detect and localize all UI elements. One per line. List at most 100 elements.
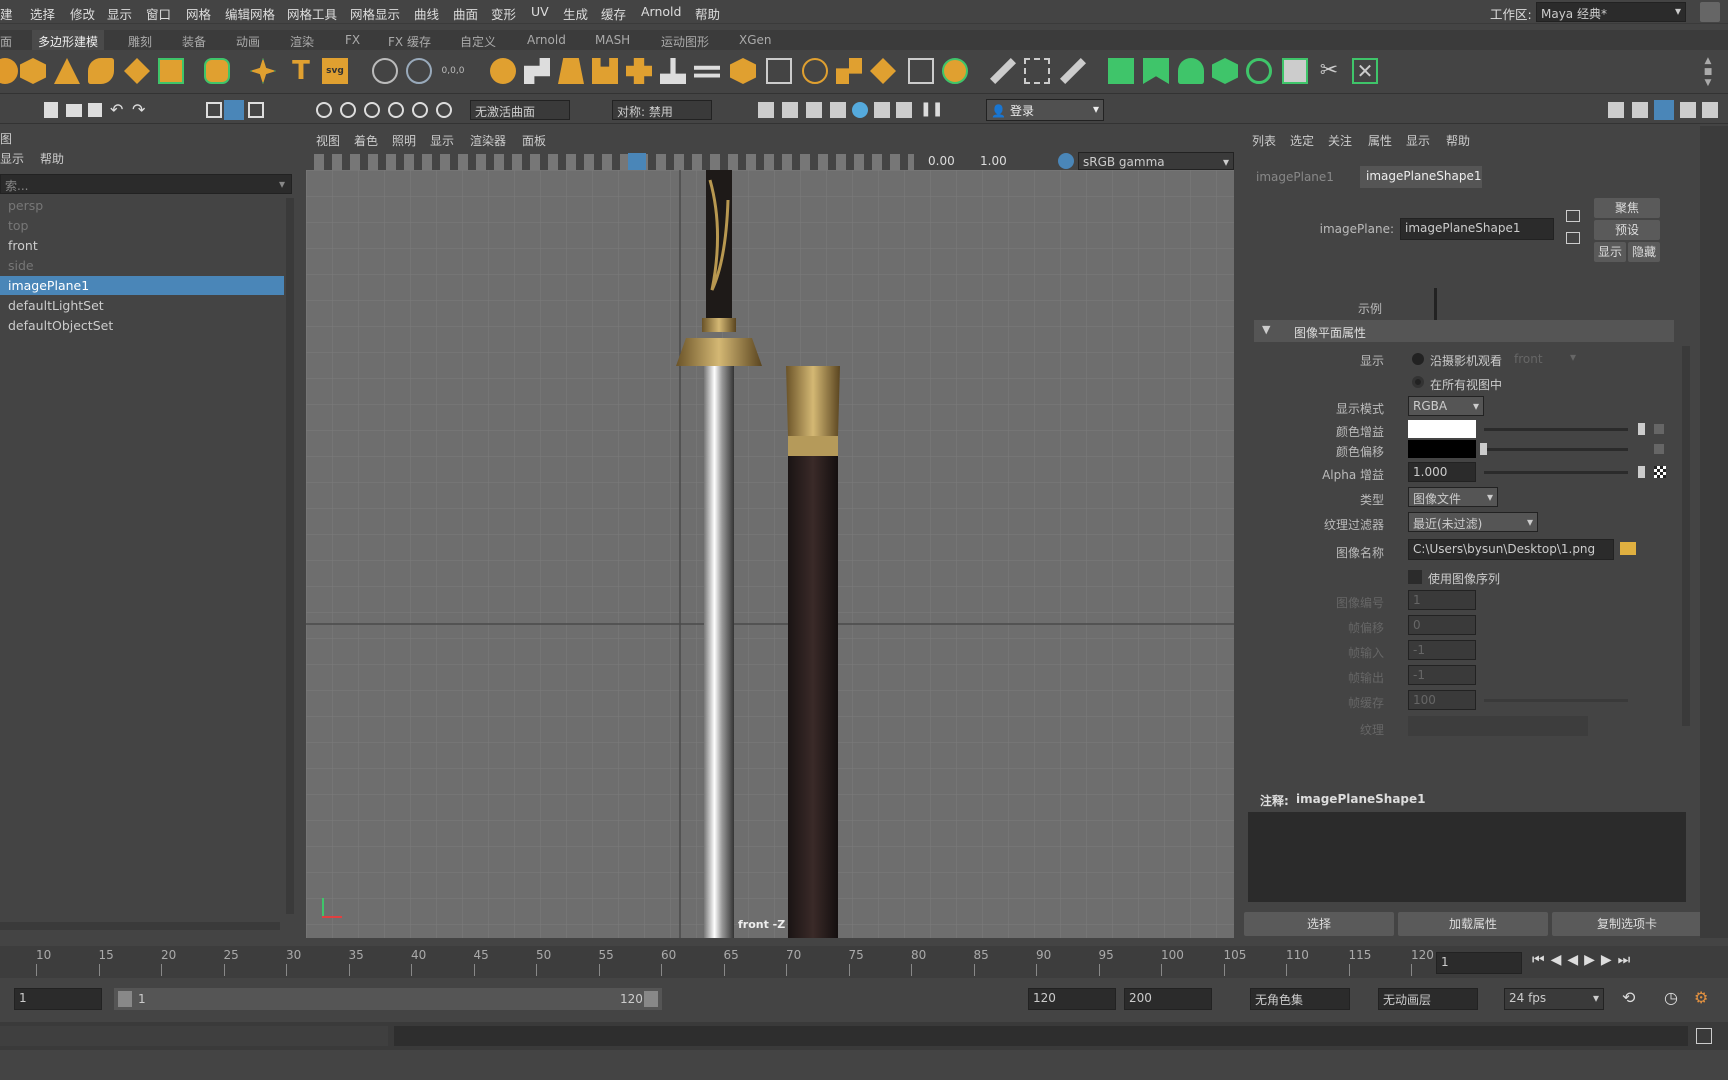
menu-help[interactable]: 帮助 bbox=[695, 4, 720, 23]
tab-shelf-0[interactable]: 面 bbox=[0, 33, 12, 50]
layout-icon[interactable] bbox=[1282, 58, 1308, 84]
frame-cache-slider[interactable] bbox=[1484, 699, 1628, 702]
range-end-handle[interactable] bbox=[644, 991, 658, 1007]
outliner-item-defaultlightset[interactable]: defaultLightSet bbox=[0, 296, 284, 315]
lock-icon[interactable] bbox=[1700, 2, 1720, 22]
extract-icon[interactable] bbox=[558, 58, 584, 84]
anim-layer-select[interactable]: 无动画层 bbox=[1378, 988, 1478, 1010]
viewport-menu-panels[interactable]: 面板 bbox=[522, 132, 546, 149]
snap-curve-icon[interactable] bbox=[340, 102, 356, 118]
snap-surface-icon[interactable] bbox=[412, 102, 428, 118]
soccer-icon[interactable] bbox=[158, 58, 184, 84]
ae-menu-list[interactable]: 列表 bbox=[1252, 132, 1276, 149]
playback-controls[interactable]: ⏮◀◀▶▶⏭ bbox=[1532, 952, 1636, 968]
fps-select[interactable]: 24 fps ▾ bbox=[1504, 988, 1604, 1010]
viewport-front[interactable]: front -Z bbox=[306, 170, 1234, 938]
mel-input[interactable] bbox=[0, 1026, 388, 1046]
menu-curves[interactable]: 曲线 bbox=[414, 4, 439, 23]
layer-editor-icon[interactable] bbox=[1702, 102, 1718, 118]
uv-editor-icon[interactable] bbox=[1108, 58, 1134, 84]
hide-button[interactable]: 隐藏 bbox=[1628, 242, 1660, 262]
outliner-menu-display[interactable]: 显示 bbox=[0, 150, 24, 167]
fill-hole-icon[interactable] bbox=[730, 58, 756, 84]
tab-xgen[interactable]: XGen bbox=[739, 33, 772, 47]
sculpt-icon[interactable] bbox=[372, 58, 398, 84]
tab-animation[interactable]: 动画 bbox=[236, 33, 260, 50]
render-setup-icon[interactable] bbox=[874, 102, 890, 118]
alpha-gain-slider[interactable] bbox=[1484, 471, 1628, 474]
extrude-icon[interactable] bbox=[836, 58, 862, 84]
separate-icon[interactable] bbox=[524, 58, 550, 84]
snap-grid-icon[interactable] bbox=[316, 102, 332, 118]
target-weld-icon[interactable] bbox=[942, 58, 968, 84]
cube-icon[interactable] bbox=[20, 58, 46, 84]
mirror-icon[interactable] bbox=[660, 58, 686, 84]
texture-field[interactable] bbox=[1408, 716, 1588, 736]
append-polygon-icon[interactable] bbox=[766, 58, 792, 84]
menu-mesh-display[interactable]: 网格显示 bbox=[350, 4, 400, 23]
sphere-icon[interactable] bbox=[0, 58, 18, 84]
snap-point-icon[interactable] bbox=[364, 102, 380, 118]
super-shape-icon[interactable] bbox=[250, 58, 276, 84]
tab-sculpt[interactable]: 雕刻 bbox=[128, 33, 152, 50]
type-icon[interactable]: T bbox=[288, 58, 314, 84]
cut-sew-icon[interactable]: ✂ bbox=[1316, 58, 1342, 84]
select-button[interactable]: 选择 bbox=[1244, 912, 1394, 936]
outliner-search-input[interactable]: 索... ▾ bbox=[0, 174, 292, 194]
select-object-icon[interactable] bbox=[224, 100, 244, 120]
script-editor-icon[interactable] bbox=[1696, 1028, 1712, 1044]
ipr-render-icon[interactable] bbox=[806, 102, 822, 118]
menu-mesh[interactable]: 网格 bbox=[186, 4, 211, 23]
render-settings-icon[interactable] bbox=[830, 102, 846, 118]
login-button[interactable]: 👤 登录 ▾ bbox=[986, 99, 1104, 121]
color-offset-swatch[interactable] bbox=[1408, 440, 1476, 458]
viewport-menu-view[interactable]: 视图 bbox=[316, 132, 340, 149]
side-panel-tabs[interactable] bbox=[1700, 126, 1728, 938]
focus-output-icon[interactable] bbox=[1566, 232, 1580, 244]
range-bar[interactable]: 1 120 bbox=[114, 988, 662, 1010]
menu-edit-mesh[interactable]: 编辑网格 bbox=[225, 4, 275, 23]
viewport-menu-shading[interactable]: 着色 bbox=[354, 132, 378, 149]
new-scene-icon[interactable] bbox=[44, 102, 58, 118]
alpha-gain-handle[interactable] bbox=[1638, 466, 1645, 478]
pause-icon[interactable]: ❚❚ bbox=[920, 101, 943, 117]
ae-vscrollbar[interactable] bbox=[1682, 346, 1690, 726]
svg-icon[interactable]: svg bbox=[322, 58, 348, 84]
channel-box-icon[interactable] bbox=[1632, 102, 1648, 118]
select-hierarchy-icon[interactable] bbox=[206, 102, 222, 118]
checker-map-icon[interactable] bbox=[1654, 466, 1666, 478]
character-set-select[interactable]: 无角色集 bbox=[1250, 988, 1350, 1010]
attribute-editor-icon[interactable] bbox=[1654, 100, 1674, 120]
outliner-item-defaultobjectset[interactable]: defaultObjectSet bbox=[0, 316, 284, 335]
use-sequence-checkbox[interactable] bbox=[1408, 570, 1422, 584]
viewport-menu-lighting[interactable]: 照明 bbox=[392, 132, 416, 149]
menu-surfaces[interactable]: 曲面 bbox=[453, 4, 478, 23]
map-button-icon[interactable] bbox=[1654, 444, 1664, 454]
ae-menu-selected[interactable]: 选定 bbox=[1290, 132, 1314, 149]
outliner-item-front[interactable]: front bbox=[0, 236, 284, 255]
menu-window[interactable]: 窗口 bbox=[146, 4, 171, 23]
copy-tab-button[interactable]: 复制选项卡 bbox=[1552, 912, 1702, 936]
radio-looking-through[interactable] bbox=[1412, 353, 1424, 365]
auto-map-icon[interactable] bbox=[1212, 58, 1238, 84]
frame-cache-input[interactable]: 100 bbox=[1408, 690, 1476, 710]
ae-menu-show[interactable]: 显示 bbox=[1406, 132, 1430, 149]
map-button-icon[interactable] bbox=[1654, 424, 1664, 434]
render-view-icon[interactable] bbox=[758, 102, 774, 118]
outliner-vscrollbar[interactable] bbox=[286, 198, 294, 914]
notes-textarea[interactable] bbox=[1248, 812, 1686, 902]
undo-icon[interactable]: ↶ bbox=[110, 100, 123, 119]
symmetry-field[interactable]: 对称: 禁用 bbox=[612, 100, 712, 120]
texture-filter-select[interactable]: 最近(未过滤) ▾ bbox=[1408, 512, 1538, 532]
connect-icon[interactable] bbox=[990, 58, 1016, 84]
tab-custom[interactable]: 自定义 bbox=[460, 33, 496, 50]
menu-generate[interactable]: 生成 bbox=[563, 4, 588, 23]
time-slider[interactable]: 10 15 20 25 30 35 40 45 50 55 60 65 70 7… bbox=[0, 946, 1728, 978]
color-management-icon[interactable] bbox=[1058, 153, 1074, 169]
ae-tab-imageplaneshape1[interactable]: imagePlaneShape1 bbox=[1360, 166, 1482, 188]
menu-create[interactable]: 建 bbox=[0, 4, 13, 23]
folder-icon[interactable] bbox=[1620, 542, 1636, 555]
planar-map-icon[interactable] bbox=[1143, 58, 1169, 84]
tab-poly-modeling[interactable]: 多边形建模 bbox=[32, 30, 105, 50]
snap-vertex-icon[interactable] bbox=[436, 102, 452, 118]
